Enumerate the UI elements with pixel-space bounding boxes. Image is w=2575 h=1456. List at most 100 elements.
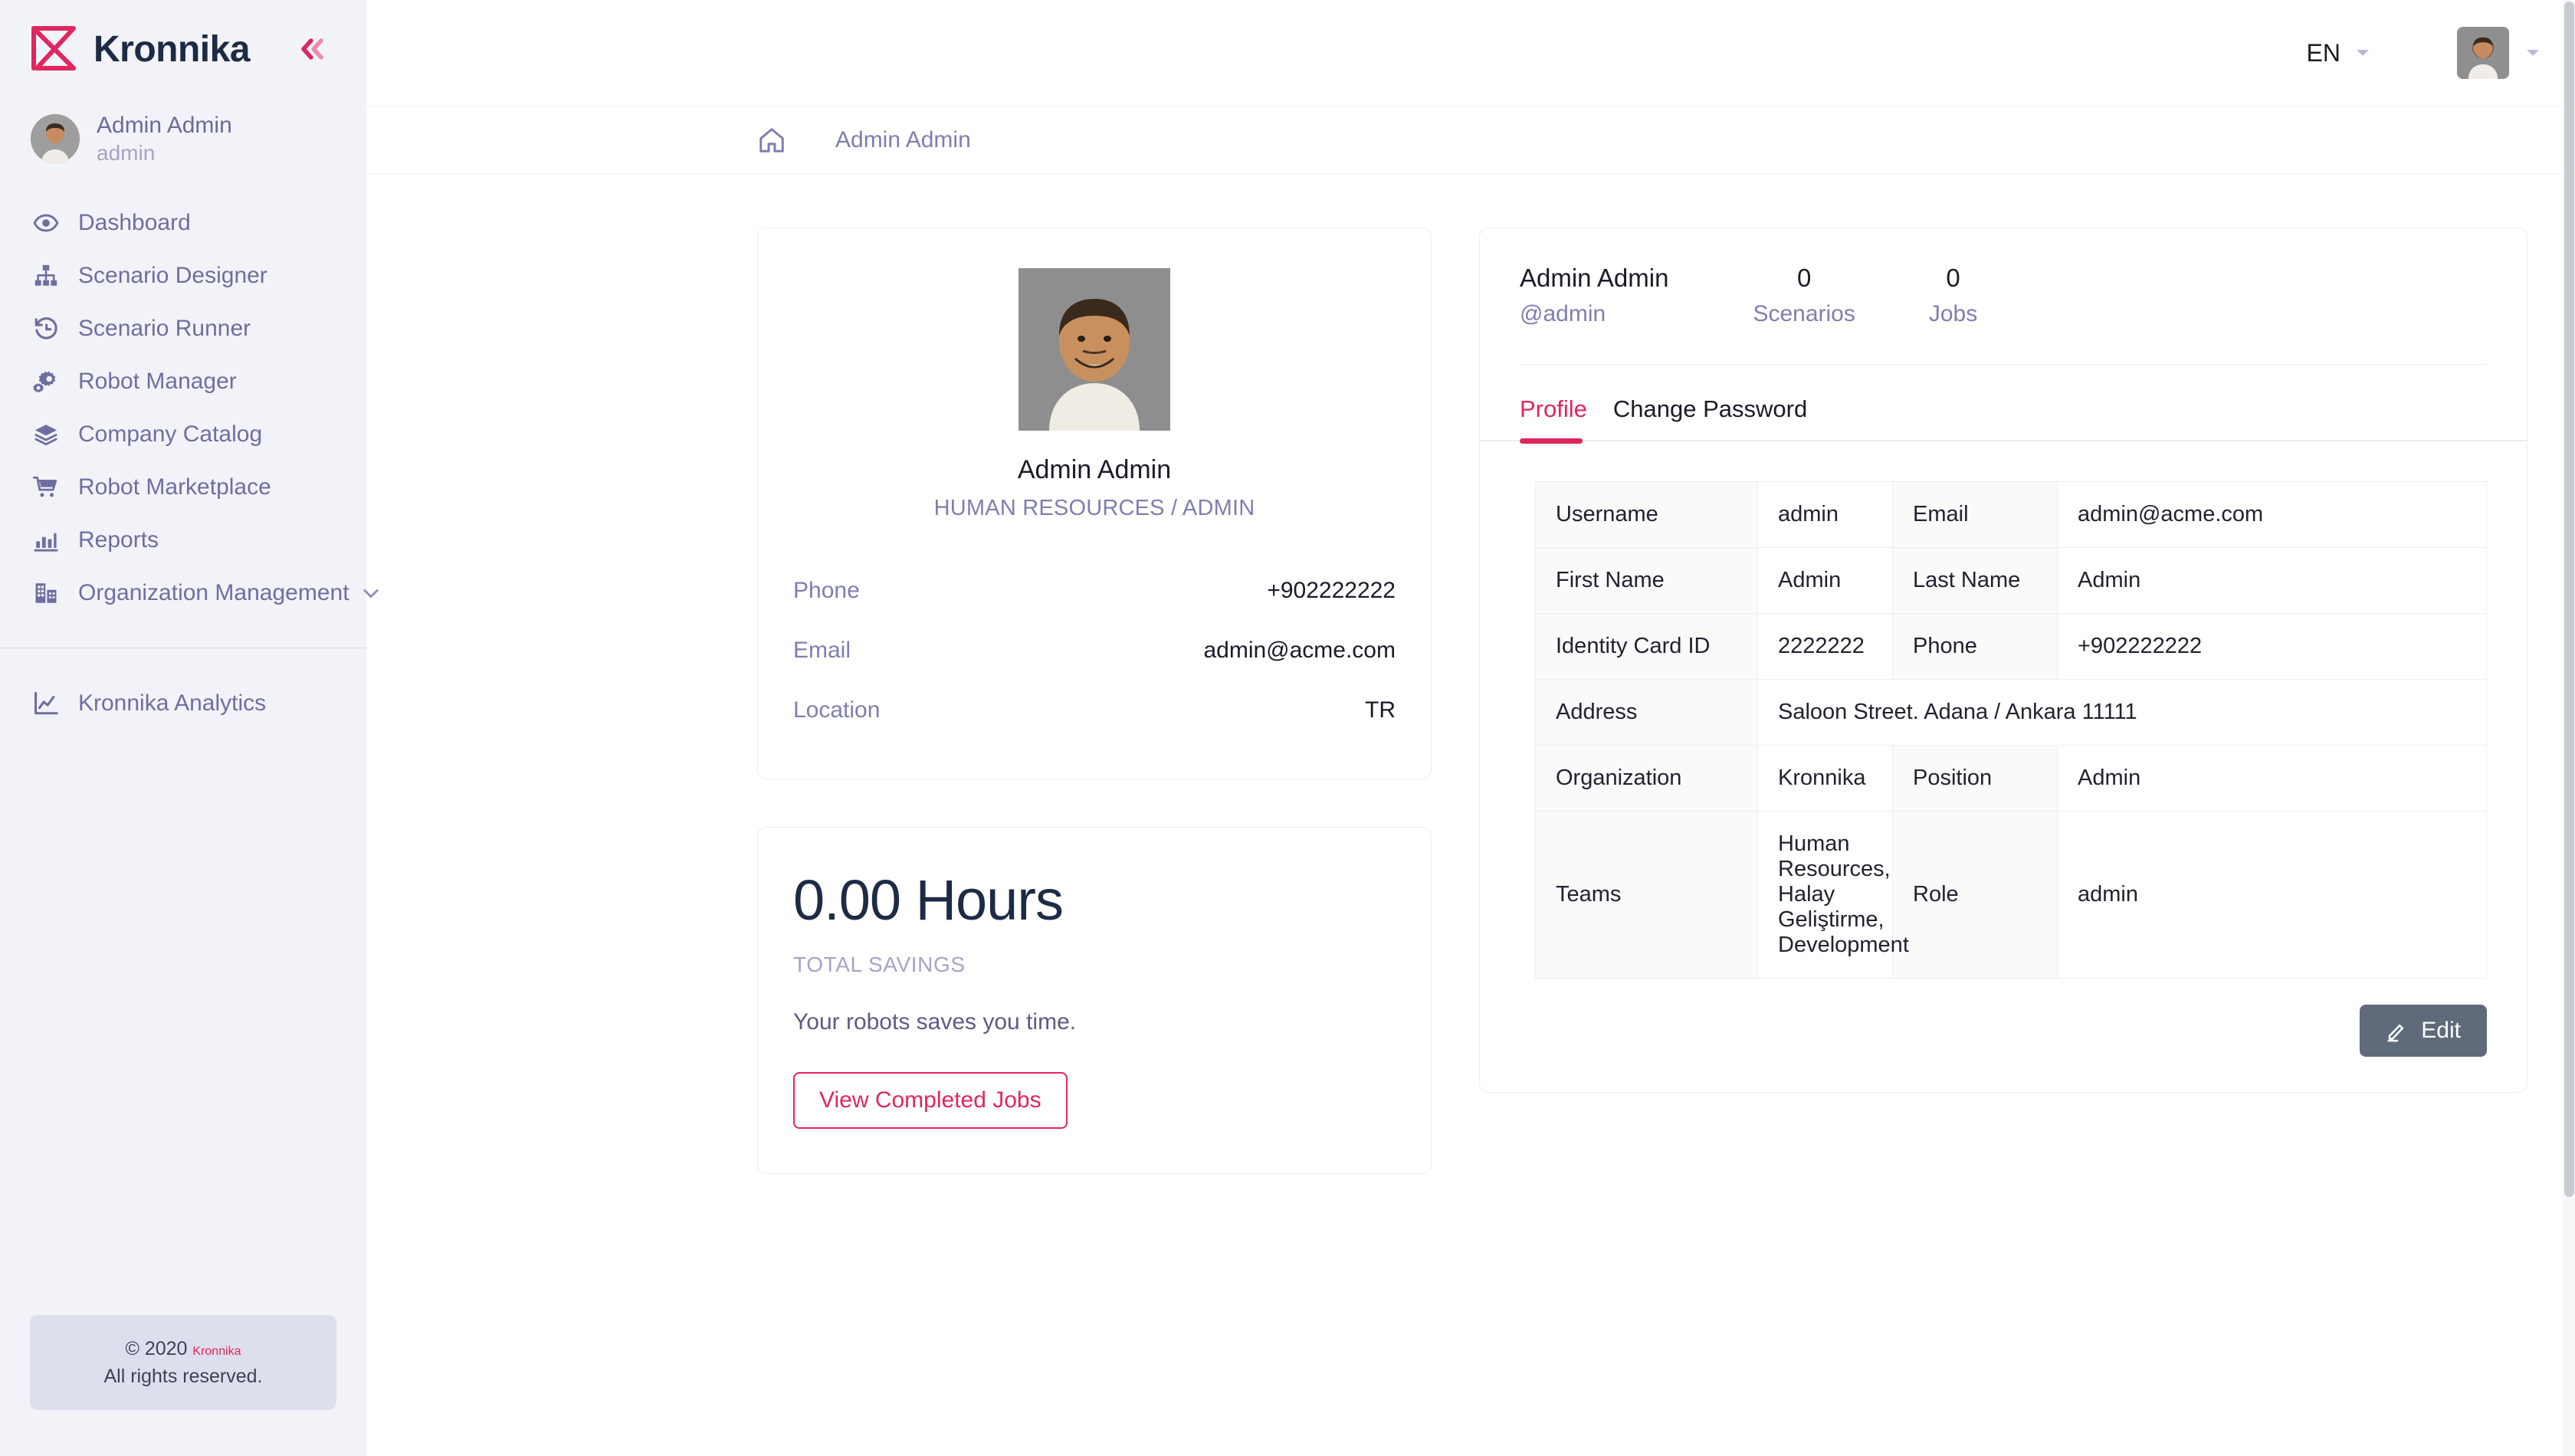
profile-info-value: +902222222: [1267, 578, 1396, 603]
cell-value: Admin: [1757, 547, 1893, 615]
eye-icon: [31, 208, 61, 238]
topbar: EN: [366, 0, 2575, 107]
profile-info-label: Phone: [793, 578, 860, 603]
sidebar-item-robot-marketplace[interactable]: Robot Marketplace: [0, 461, 366, 514]
profile-summary-card: Admin Admin HUMAN RESOURCES / ADMIN Phon…: [757, 228, 1432, 779]
brand-row: Kronnika: [0, 0, 366, 98]
sidebar-footer: © 2020 Kronnika All rights reserved.: [0, 1314, 366, 1456]
building-icon: [31, 578, 61, 608]
stat-scenarios: 0 Scenarios: [1753, 262, 1855, 327]
language-code: EN: [2306, 38, 2340, 67]
cell-label: Identity Card ID: [1535, 613, 1758, 680]
sidebar-item-organization-management[interactable]: Organization Management: [0, 567, 379, 620]
left-column: Admin Admin HUMAN RESOURCES / ADMIN Phon…: [757, 228, 1432, 1174]
kronnika-logo-icon: [29, 25, 80, 73]
profile-detail-card: Admin Admin @admin 0 Scenarios 0 Jobs Pr…: [1479, 228, 2527, 1094]
right-column: Admin Admin @admin 0 Scenarios 0 Jobs Pr…: [1479, 228, 2527, 1094]
detail-tabs: Profile Change Password: [1480, 365, 2527, 440]
cell-value: Admin: [2057, 547, 2487, 615]
total-savings-card: 0.00 Hours TOTAL SAVINGS Your robots sav…: [757, 827, 1432, 1174]
breadcrumb: Admin Admin: [366, 107, 2575, 174]
cell-value: admin: [2057, 811, 2487, 979]
chevron-down-icon[interactable]: [360, 582, 382, 604]
sidebar-item-scenario-designer[interactable]: Scenario Designer: [0, 250, 366, 303]
sidebar-item-label: Scenario Runner: [78, 316, 251, 342]
sidebar-collapse-button[interactable]: [288, 25, 336, 73]
cell-value: admin@acme.com: [2057, 481, 2487, 549]
topbar-user-caret-icon[interactable]: [2523, 43, 2543, 63]
table-row: Identity Card ID 2222222 Phone +90222222…: [1535, 613, 2487, 680]
footer-rights: All rights reserved.: [103, 1365, 263, 1387]
sidebar-item-label: Reports: [78, 527, 159, 553]
sidebar-item-company-catalog[interactable]: Company Catalog: [0, 408, 366, 461]
sidebar-item-label: Robot Manager: [78, 369, 237, 395]
cell-label: Phone: [1892, 613, 2058, 680]
cell-label: Role: [1892, 811, 2058, 979]
cell-value: Saloon Street. Adana / Ankara 11111: [1757, 679, 2487, 746]
gears-icon: [31, 366, 61, 397]
layers-icon: [31, 419, 61, 450]
profile-info-row: Location TR: [793, 680, 1396, 740]
sidebar-item-scenario-runner[interactable]: Scenario Runner: [0, 303, 366, 356]
active-tab-underline: [1520, 438, 1583, 444]
cell-value: 2222222: [1757, 613, 1893, 680]
profile-photo: [1019, 268, 1170, 431]
sidebar: Kronnika Admin Admin admin Dashboard Sce…: [0, 0, 379, 1456]
cell-label: First Name: [1535, 547, 1758, 615]
org-chart-icon: [31, 261, 61, 291]
home-icon[interactable]: [757, 125, 788, 156]
cell-value: +902222222: [2057, 613, 2487, 680]
cell-value: admin: [1757, 481, 1893, 549]
tab-change-password[interactable]: Change Password: [1613, 395, 1807, 440]
table-row: Address Saloon Street. Adana / Ankara 11…: [1535, 679, 2487, 746]
caret-down-icon: [2353, 43, 2373, 63]
main-area: EN Admin Admin Admin Admin HUMAN RESOURC…: [366, 0, 2575, 1456]
cell-label: Username: [1535, 481, 1758, 549]
sidebar-user-handle: admin: [97, 140, 156, 165]
detail-body: Username admin Email admin@acme.com Firs…: [1480, 441, 2527, 1092]
sidebar-user-name: Admin Admin: [97, 113, 232, 138]
footer-brand-link[interactable]: Kronnika: [192, 1345, 241, 1358]
sidebar-item-label: Organization Management: [78, 580, 349, 606]
cell-value: Admin: [2057, 745, 2487, 812]
sidebar-item-dashboard[interactable]: Dashboard: [0, 197, 366, 250]
table-row: Organization Kronnika Position Admin: [1535, 745, 2487, 812]
cell-label: Position: [1892, 745, 2058, 812]
sidebar-item-kronnika-analytics[interactable]: Kronnika Analytics: [0, 677, 366, 730]
view-completed-jobs-button[interactable]: View Completed Jobs: [793, 1072, 1068, 1129]
edit-button-label: Edit: [2421, 1018, 2461, 1044]
cell-label: Last Name: [1892, 547, 2058, 615]
savings-description: Your robots saves you time.: [793, 1009, 1077, 1035]
cell-value: Kronnika: [1757, 745, 1893, 812]
breadcrumb-current: Admin Admin: [835, 126, 971, 152]
tab-profile[interactable]: Profile: [1520, 395, 1587, 440]
bar-chart-icon: [31, 525, 61, 556]
scrollbar-track[interactable]: [2563, 0, 2575, 1456]
sidebar-item-robot-manager[interactable]: Robot Manager: [0, 356, 366, 408]
profile-info-row: Phone +902222222: [793, 561, 1396, 621]
footer-copyright: © 2020 Kronnika: [38, 1335, 329, 1363]
stat-value: 0: [1796, 264, 1812, 292]
profile-info-value: TR: [1365, 697, 1396, 723]
sidebar-item-reports[interactable]: Reports: [0, 514, 366, 567]
tabs-rule: [1480, 438, 2527, 444]
detail-identity: Admin Admin @admin: [1520, 262, 1668, 327]
cell-label: Teams: [1535, 811, 1758, 979]
sidebar-user[interactable]: Admin Admin admin: [0, 98, 366, 189]
edit-button[interactable]: Edit: [2360, 1005, 2487, 1058]
pencil-icon: [2386, 1019, 2409, 1042]
cell-value: Human Resources, Halay Geliştirme, Devel…: [1757, 811, 1909, 979]
detail-name: Admin Admin: [1520, 264, 1669, 292]
clock-rewind-icon: [31, 313, 61, 344]
brand-name: Kronnika: [93, 28, 251, 70]
detail-handle: @admin: [1520, 301, 1606, 327]
sidebar-nav-lower: Kronnika Analytics: [0, 648, 366, 730]
sidebar-nav: Dashboard Scenario Designer Scenario Run…: [0, 189, 379, 730]
scrollbar-thumb[interactable]: [2564, 2, 2574, 1197]
edit-row: Edit: [1535, 1005, 2487, 1058]
profile-role: HUMAN RESOURCES / ADMIN: [933, 496, 1255, 520]
profile-info-label: Email: [793, 638, 851, 663]
profile-name: Admin Admin: [1017, 455, 1172, 484]
topbar-avatar[interactable]: [2457, 27, 2509, 79]
language-selector[interactable]: EN: [2307, 39, 2373, 67]
